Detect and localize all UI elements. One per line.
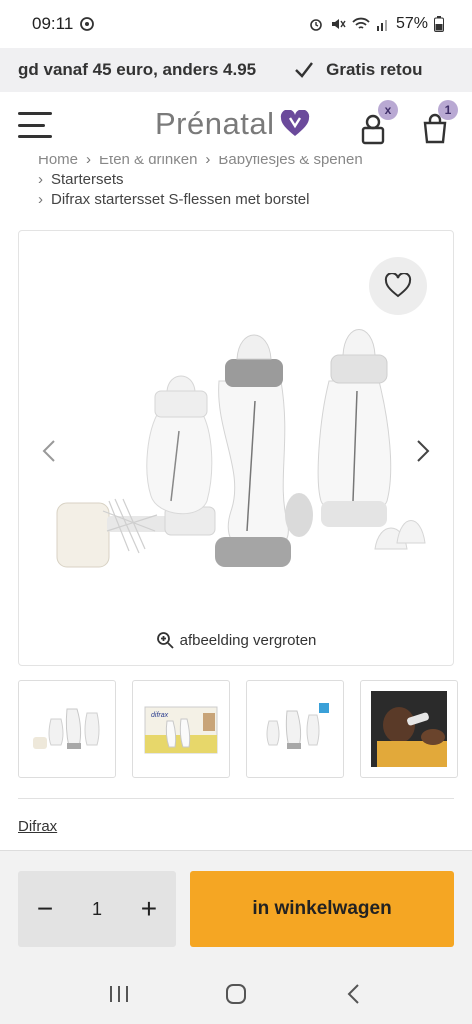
quantity-value[interactable]: 1 bbox=[92, 899, 102, 920]
site-logo[interactable]: Prénatal bbox=[155, 106, 310, 142]
whatsapp-notification-icon bbox=[80, 17, 95, 31]
add-to-cart-button[interactable]: in winkelwagen bbox=[190, 871, 454, 947]
next-image-button[interactable] bbox=[411, 436, 435, 466]
signal-icon bbox=[376, 20, 387, 31]
zoom-label: afbeelding vergroten bbox=[179, 631, 317, 649]
zoom-in-icon bbox=[156, 632, 174, 649]
status-right: 57% bbox=[308, 15, 444, 33]
back-button[interactable] bbox=[333, 974, 373, 1014]
breadcrumb-top-row: Home › Eten & drinken › Babyflesjes & sp… bbox=[38, 151, 458, 170]
menu-button[interactable] bbox=[18, 112, 52, 138]
battery-icon bbox=[434, 16, 444, 32]
breadcrumb-startersets[interactable]: Startersets bbox=[51, 170, 124, 190]
account-button[interactable]: x bbox=[358, 100, 398, 146]
recent-apps-button[interactable] bbox=[99, 974, 139, 1014]
thumbnail-1[interactable] bbox=[18, 680, 116, 778]
breadcrumb-separator: › bbox=[205, 151, 211, 168]
zoom-image-link[interactable]: afbeelding vergroten bbox=[19, 631, 453, 649]
section-divider bbox=[18, 798, 454, 799]
product-image-gallery[interactable]: afbeelding vergroten bbox=[18, 230, 454, 666]
breadcrumb-home[interactable]: Home bbox=[38, 156, 78, 170]
heart-logo-icon bbox=[281, 110, 310, 136]
quantity-stepper: − 1 + bbox=[18, 871, 176, 947]
breadcrumb-eten-drinken[interactable]: Eten & drinken bbox=[99, 156, 197, 170]
thumbnail-4[interactable] bbox=[360, 680, 458, 778]
thumbnail-2[interactable]: difrax bbox=[132, 680, 230, 778]
add-to-cart-bar: − 1 + in winkelwagen bbox=[0, 850, 472, 964]
system-navigation-bar bbox=[0, 964, 472, 1024]
packaging-thumbnail: difrax bbox=[144, 706, 218, 754]
quantity-decrease-button[interactable]: − bbox=[30, 893, 60, 924]
breadcrumb-separator: › bbox=[38, 171, 43, 188]
baby-feeding-thumbnail bbox=[371, 691, 447, 767]
mute-icon bbox=[331, 19, 346, 29]
wishlist-button[interactable] bbox=[369, 257, 427, 315]
quantity-increase-button[interactable]: + bbox=[134, 893, 164, 924]
thumbnail-strip: difrax bbox=[18, 680, 472, 778]
breadcrumb-separator: › bbox=[86, 151, 92, 168]
hamburger-line bbox=[18, 112, 52, 115]
brand-link[interactable]: Difrax bbox=[18, 818, 57, 835]
wifi-icon bbox=[352, 17, 370, 29]
hamburger-line bbox=[18, 123, 46, 127]
previous-image-button[interactable] bbox=[37, 436, 61, 466]
back-icon bbox=[347, 984, 360, 1004]
battery-percentage: 57% bbox=[395, 15, 428, 32]
cart-button[interactable]: 1 bbox=[418, 100, 458, 146]
status-bar: 09:11 57% bbox=[0, 0, 472, 48]
breadcrumb-current-product[interactable]: Difrax startersset S-flessen met borstel bbox=[51, 190, 309, 210]
breadcrumb-separator: › bbox=[38, 191, 43, 208]
cart-badge: 1 bbox=[438, 100, 458, 120]
promo-returns: Gratis retou bbox=[294, 60, 422, 80]
svg-text:difrax: difrax bbox=[151, 712, 169, 719]
status-left: 09:11 bbox=[32, 14, 95, 34]
thumbnail-3[interactable] bbox=[246, 680, 344, 778]
chevron-right-icon bbox=[417, 440, 430, 462]
hamburger-line bbox=[18, 135, 52, 138]
bottle-set-thumbnail bbox=[33, 708, 100, 749]
breadcrumb-row: › Startersets bbox=[38, 170, 458, 190]
promo-shipping-text: gd vanaf 45 euro, anders 4.95 bbox=[18, 60, 257, 79]
breadcrumb: Home › Eten & drinken › Babyflesjes & sp… bbox=[38, 150, 458, 210]
breadcrumb-row: › Difrax startersset S-flessen met borst… bbox=[38, 190, 458, 210]
account-badge: x bbox=[378, 100, 398, 120]
bottle-set-info-thumbnail bbox=[266, 703, 329, 749]
heart-icon bbox=[384, 273, 412, 298]
logo-text: Prénatal bbox=[155, 106, 275, 141]
recent-apps-icon bbox=[109, 986, 128, 1002]
home-icon bbox=[225, 984, 246, 1004]
status-time: 09:11 bbox=[32, 14, 74, 33]
breadcrumb-babyflesjes[interactable]: Babyflesjes & spenen bbox=[218, 156, 362, 170]
home-button[interactable] bbox=[216, 974, 256, 1014]
chevron-left-icon bbox=[42, 440, 55, 462]
alarm-icon bbox=[310, 19, 322, 31]
checkmark-icon bbox=[295, 62, 314, 78]
promo-returns-text: Gratis retou bbox=[326, 60, 423, 79]
promo-banner: gd vanaf 45 euro, anders 4.95 Gratis ret… bbox=[0, 48, 472, 92]
